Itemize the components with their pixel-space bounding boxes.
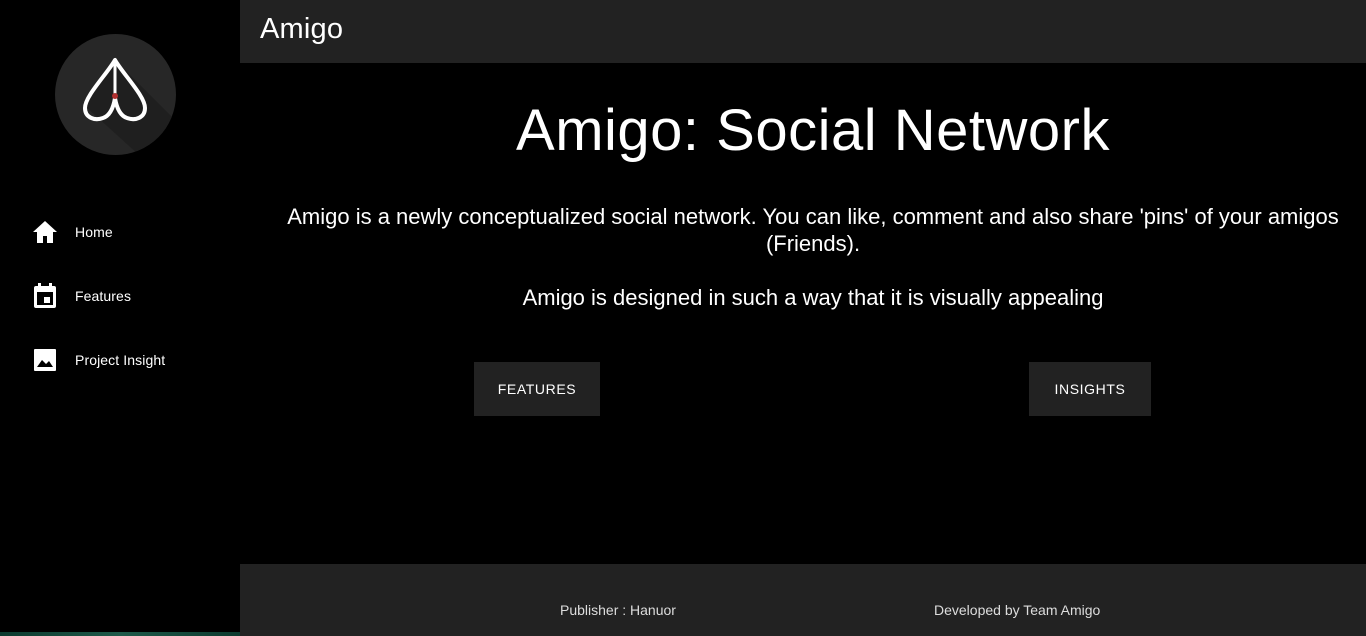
calendar-icon (32, 283, 58, 309)
main-content: Amigo: Social Network Amigo is a newly c… (240, 63, 1366, 564)
sidebar-item-features[interactable]: Features (0, 264, 240, 328)
sidebar-item-label: Project Insight (75, 352, 166, 368)
sidebar-item-label: Features (75, 288, 132, 304)
footer: Publisher : Hanuor Developed by Team Ami… (240, 564, 1366, 636)
home-icon (32, 219, 58, 245)
tagline-text: Amigo is designed in such a way that it … (522, 285, 1104, 310)
sidebar: Home Features Project Insight (0, 0, 240, 636)
publisher-text: Publisher : Hanuor (560, 602, 676, 618)
description-text: Amigo is a newly conceptualized social n… (287, 204, 1339, 256)
sidebar-item-label: Home (75, 224, 113, 240)
page-title: Amigo: Social Network (516, 98, 1110, 163)
amigo-logo-icon[interactable] (55, 34, 176, 155)
sidebar-item-project-insight[interactable]: Project Insight (0, 328, 240, 392)
top-app-bar: Amigo (240, 0, 1366, 63)
image-icon (32, 347, 58, 373)
sidebar-nav: Home Features Project Insight (0, 200, 240, 392)
developer-credit: Developed by Team Amigo (934, 602, 1101, 618)
sidebar-divider (0, 632, 240, 636)
sidebar-item-home[interactable]: Home (0, 200, 240, 264)
app-title[interactable]: Amigo (260, 13, 343, 46)
insights-button[interactable]: INSIGHTS (1029, 362, 1151, 416)
features-button[interactable]: FEATURES (474, 362, 600, 416)
